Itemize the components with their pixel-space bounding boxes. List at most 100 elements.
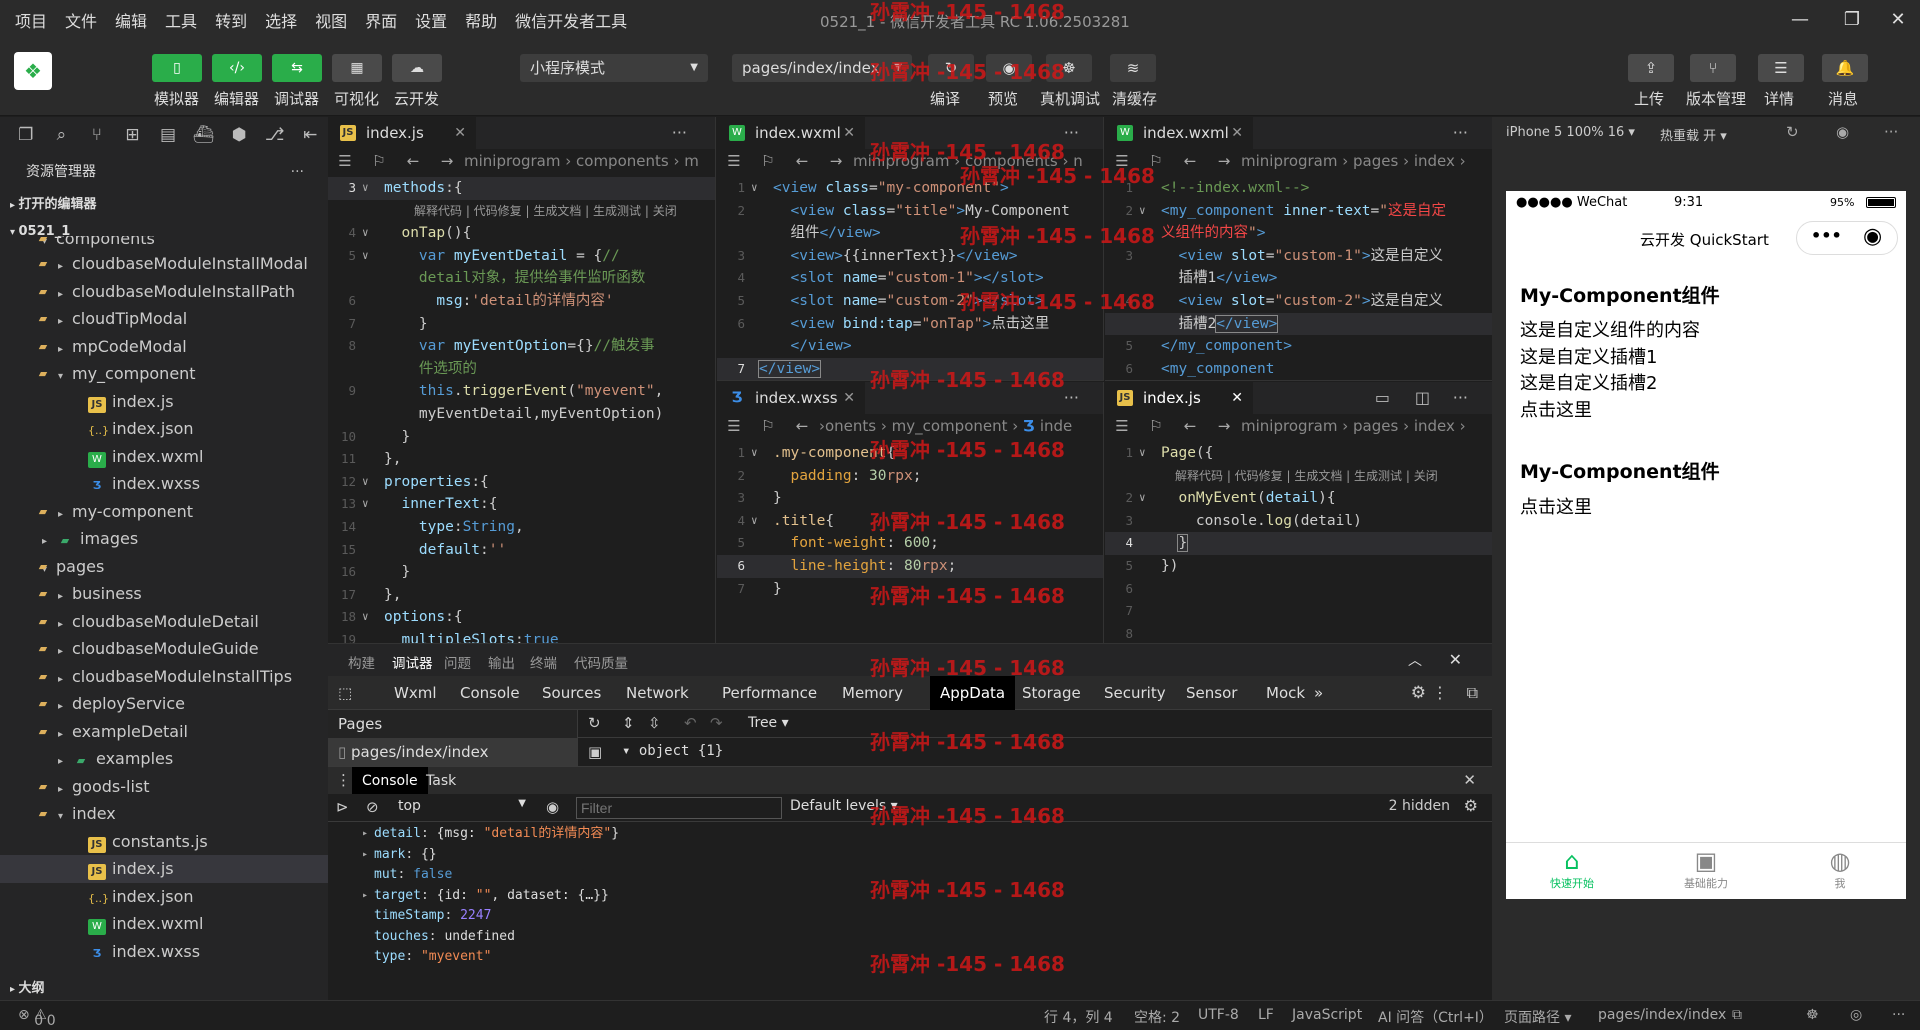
panel-tab[interactable]: 问题: [444, 652, 471, 672]
toolbar-cloud-button[interactable]: ☁: [392, 54, 442, 82]
menu-item[interactable]: 转到: [206, 8, 256, 32]
close-icon[interactable]: ✕: [1449, 650, 1462, 669]
console-line[interactable]: ▸ target: {id: "", dataset: {…}}: [328, 886, 1478, 907]
toolbar-phone-button[interactable]: ▯: [152, 54, 202, 82]
tree-item[interactable]: ▾ ▰ my_component: [0, 360, 328, 388]
menu-item[interactable]: 微信开发者工具: [506, 8, 636, 32]
toolbar-branch-button[interactable]: ⑂: [1690, 54, 1736, 82]
task-tab[interactable]: Task: [426, 767, 456, 795]
devtools-tab-sources[interactable]: Sources: [532, 676, 611, 710]
panel-tab[interactable]: 代码质量: [574, 652, 628, 672]
copy-icon[interactable]: ▣: [588, 743, 602, 761]
panel-tab[interactable]: 终端: [530, 652, 557, 672]
encoding[interactable]: UTF-8: [1198, 1007, 1239, 1023]
tree-item[interactable]: ▸ ▰ cloudbaseModuleGuide: [0, 635, 328, 663]
tree-item[interactable]: ▸ ▰ cloudbaseModuleInstallTips: [0, 663, 328, 691]
context-select[interactable]: top ▼: [398, 798, 526, 814]
tree-item[interactable]: ▸ ▰ cloudTipModal: [0, 305, 328, 333]
forward-icon[interactable]: →: [819, 149, 853, 173]
close-icon[interactable]: ✕: [454, 117, 466, 149]
tree-item[interactable]: ▸ ▰ cloudbaseModuleInstallPath: [0, 278, 328, 306]
list-icon[interactable]: ☰: [1105, 149, 1139, 173]
toolbar-layout-button[interactable]: ▦: [332, 54, 382, 82]
more-icon[interactable]: ···: [1064, 382, 1079, 414]
toolbar-layers-button[interactable]: ≋: [1110, 54, 1156, 82]
tab-index-wxss[interactable]: Ʒ index.wxss ✕: [717, 382, 865, 414]
list-icon[interactable]: ☰: [717, 414, 751, 438]
toolbar-debugger-button[interactable]: ⇆: [272, 54, 322, 82]
back-icon[interactable]: ←: [1173, 414, 1207, 438]
cursor-position[interactable]: 行 4，列 4: [1044, 1007, 1113, 1027]
tree-item[interactable]: JS constants.js: [0, 828, 328, 856]
close-icon[interactable]: ✕: [1231, 382, 1243, 414]
tree-item[interactable]: ▸ ▰ deployService: [0, 690, 328, 718]
tree-item[interactable]: ▸ ▰ cloudbaseModuleInstallModal: [0, 250, 328, 278]
chevron-up-icon[interactable]: ︿: [1408, 650, 1422, 670]
eol[interactable]: LF: [1258, 1007, 1274, 1023]
close-icon[interactable]: ✕: [1463, 771, 1476, 789]
toolbar-eye-button[interactable]: ◉: [986, 54, 1032, 82]
rotate-icon[interactable]: ↻: [1786, 123, 1799, 141]
files-icon[interactable]: ❐: [8, 125, 44, 145]
collapse-icon[interactable]: ⇳: [648, 714, 661, 732]
close-icon[interactable]: ✕: [843, 117, 855, 149]
console-line[interactable]: type: "myevent": [328, 947, 1478, 968]
copy-icon[interactable]: ⧉: [1732, 1007, 1742, 1023]
back-icon[interactable]: ←: [785, 149, 819, 173]
tree-item[interactable]: ▸ ▰ goods-list: [0, 773, 328, 801]
tree-item[interactable]: JS index.js: [0, 855, 328, 883]
tab-bar-item[interactable]: ▣ 基础能力: [1640, 847, 1772, 891]
more-icon[interactable]: ···: [1453, 117, 1468, 149]
content-line[interactable]: 点击这里: [1520, 398, 1700, 425]
search-icon[interactable]: ⌕: [44, 125, 80, 145]
code-area[interactable]: 1 ∨ Page({ 解释代码 | 代码修复 | 生成文档 | 生成测试 | 关闭 …: [1105, 442, 1492, 643]
bug-icon[interactable]: ☸: [1806, 1007, 1819, 1023]
menu-item[interactable]: 界面: [356, 8, 406, 32]
code-area[interactable]: 1 ∨ <view class="my-component"> 2 <view cl…: [717, 177, 1103, 380]
tree-item[interactable]: ▾ ▰ index: [0, 800, 328, 828]
ai-chat[interactable]: AI 问答（Ctrl+I）: [1378, 1007, 1493, 1027]
more-icon[interactable]: ···: [672, 117, 687, 149]
tab-bar-item[interactable]: ⌂ 快速开始: [1506, 847, 1638, 891]
open-editors-header[interactable]: ▸ 打开的编辑器: [0, 191, 328, 218]
close-icon[interactable]: ✕: [843, 382, 855, 414]
list-icon[interactable]: ☰: [328, 149, 362, 173]
more-icon[interactable]: ···: [1453, 382, 1468, 414]
tree-item[interactable]: Ʒindex.wxss: [0, 938, 328, 966]
toolbar-bug-button[interactable]: ☸: [1046, 54, 1092, 82]
bookmark-icon[interactable]: ⚐: [362, 149, 396, 173]
kebab-icon[interactable]: ⋮: [1432, 683, 1448, 702]
minimize-button[interactable]: —: [1782, 6, 1818, 34]
avatar[interactable]: ❖: [14, 52, 52, 90]
collapse-icon[interactable]: ⇤: [293, 125, 329, 145]
page-item[interactable]: ▯ pages/index/index: [328, 738, 577, 766]
code-area[interactable]: 1 <!--index.wxml--> 2 ∨ <my_component inner…: [1105, 177, 1492, 380]
menu-item[interactable]: 文件: [56, 8, 106, 32]
tree-item[interactable]: ▸ ▰ exampleDetail: [0, 718, 328, 746]
devtools-tab-performance[interactable]: Performance: [712, 676, 827, 710]
back-icon[interactable]: ←: [396, 149, 430, 173]
tree-item[interactable]: ▸ ▰ my-component: [0, 498, 328, 526]
toolbar-refresh-button[interactable]: ↻: [928, 54, 974, 82]
redo-icon[interactable]: ↷: [710, 714, 723, 732]
tab-index-wxml[interactable]: W index.wxml ✕: [717, 117, 865, 149]
menu-item[interactable]: 选择: [256, 8, 306, 32]
devtools-tab-[interactable]: »: [1304, 676, 1333, 710]
more-icon[interactable]: ···: [1884, 123, 1898, 141]
gear-icon[interactable]: ⚙: [1411, 683, 1426, 703]
page-path-select[interactable]: 页面路径 ▾: [1504, 1007, 1571, 1027]
docker-icon[interactable]: ⛴: [186, 125, 222, 145]
toolbar-menu-button[interactable]: ☰: [1758, 54, 1804, 82]
tree-item[interactable]: ▸ ▰ mpCodeModal: [0, 333, 328, 361]
code-area[interactable]: 1 ∨ .my-component{ 2 padding: 30rpx; 3} 4 ∨…: [717, 442, 1103, 600]
devtools-tab-appdata[interactable]: AppData: [930, 676, 1016, 710]
tree-item[interactable]: {..} index.json: [0, 883, 328, 911]
toolbar-bell-button[interactable]: 🔔: [1822, 54, 1868, 82]
forward-icon[interactable]: →: [1207, 414, 1241, 438]
tap-here-text[interactable]: 点击这里: [1520, 493, 1592, 519]
devtools-tab-memory[interactable]: Memory: [832, 676, 913, 710]
more-icon[interactable]: •••: [1811, 226, 1842, 245]
inspect-icon[interactable]: ⬚: [338, 684, 352, 702]
menu-item[interactable]: 项目: [6, 8, 56, 32]
page-select[interactable]: pages/index/index ▼: [732, 54, 912, 82]
